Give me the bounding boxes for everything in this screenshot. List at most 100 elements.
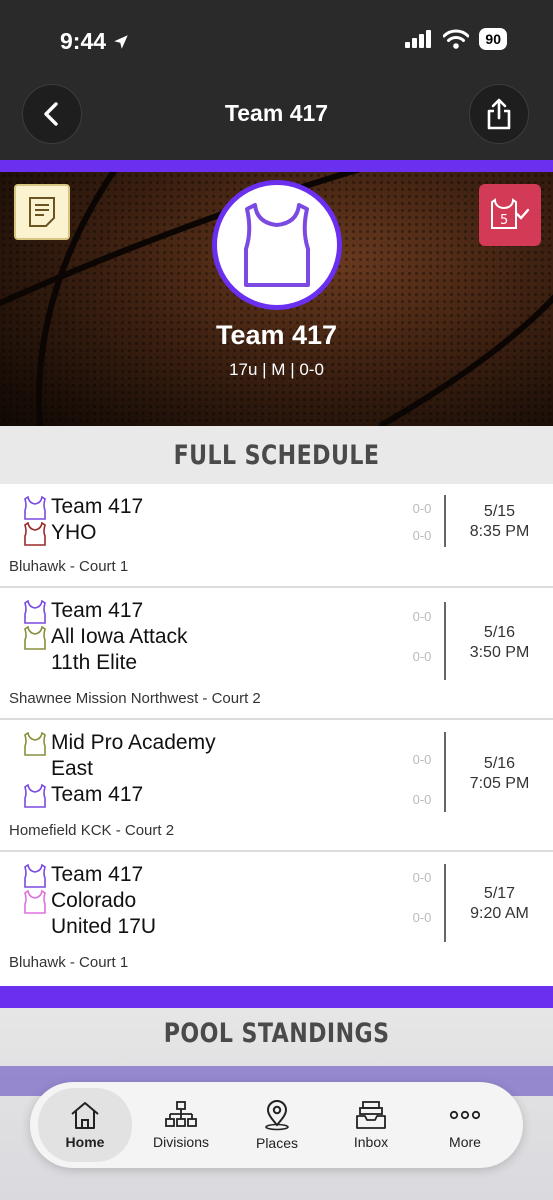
home-icon	[71, 1102, 99, 1129]
team-name-line: Mid Pro Academy	[51, 731, 216, 754]
game-time: 9:20 AM	[470, 905, 529, 922]
notes-button[interactable]	[14, 184, 70, 240]
game-datetime: 5/16 3:50 PM	[446, 623, 553, 663]
wifi-icon	[443, 29, 470, 49]
pool-standings-title: POOL STANDINGS	[163, 1017, 390, 1049]
score: 0-0	[412, 910, 432, 925]
team-details: 17u | M | 0-0	[229, 360, 324, 379]
tab-label: More	[449, 1134, 481, 1150]
game-time: 3:50 PM	[469, 644, 530, 661]
score: 0-0	[412, 792, 432, 807]
status-icons: 90	[405, 28, 507, 50]
team-name: Colorado United 17U	[51, 888, 156, 940]
score: 0-0	[412, 501, 432, 516]
team-name-line: East	[51, 757, 94, 780]
game-datetime: 5/15 8:35 PM	[446, 502, 553, 542]
game-teams: Mid Pro Academy East Team 417	[24, 730, 404, 808]
accent-bar-top	[0, 160, 553, 172]
team-name-line: 11th Elite	[51, 651, 137, 674]
team-hero: 5 Team 417 17u | M | 0-0	[0, 172, 553, 426]
tab-places[interactable]: Places	[230, 1088, 324, 1162]
notes-icon	[29, 197, 55, 227]
full-schedule-heading: FULL SCHEDULE	[0, 426, 553, 484]
game-date: 5/17	[483, 885, 516, 902]
team-name: YHO	[51, 521, 97, 544]
team-name-line: Colorado	[51, 889, 137, 912]
score: 0-0	[412, 752, 432, 767]
game-teams: Team 417 All Iowa Attack 11th Elite	[24, 598, 404, 676]
share-button[interactable]	[469, 84, 529, 144]
tab-label: Places	[255, 1135, 299, 1151]
full-schedule-title: FULL SCHEDULE	[173, 439, 380, 471]
game-location: Bluhawk - Court 1	[9, 954, 129, 971]
game-location: Shawnee Mission Northwest - Court 2	[9, 690, 261, 707]
team-jersey-icon	[24, 522, 46, 546]
tab-label: Divisions	[152, 1134, 209, 1150]
game-datetime: 5/16 7:05 PM	[446, 754, 553, 794]
game-card[interactable]: Mid Pro Academy East Team 417 0-0 0-0 5/1…	[0, 720, 553, 852]
score: 0-0	[412, 528, 432, 543]
team-row: Team 417	[24, 862, 404, 888]
tab-inbox[interactable]: Inbox	[324, 1088, 418, 1162]
team-row: All Iowa Attack 11th Elite	[24, 624, 404, 676]
team-name-line: United 17U	[51, 915, 157, 938]
divisions-icon	[165, 1101, 197, 1127]
status-time: 9:44	[60, 28, 130, 55]
team-name: Team 417	[215, 320, 338, 350]
team-jersey-icon	[24, 732, 46, 756]
signal-icon	[405, 30, 432, 48]
jersey-check-icon: 5	[491, 198, 530, 229]
score: 0-0	[412, 870, 432, 885]
team-jersey-icon	[24, 890, 46, 914]
team-name: Team 417	[51, 783, 144, 806]
game-date: 5/15	[483, 503, 516, 520]
team-row: Team 417	[24, 598, 404, 624]
team-row: Team 417	[24, 782, 404, 808]
team-row: Team 417	[24, 494, 404, 520]
tab-more[interactable]: More	[418, 1088, 512, 1162]
score: 0-0	[412, 609, 432, 624]
favorite-team-button[interactable]: 5	[479, 184, 541, 246]
team-row: Mid Pro Academy East	[24, 730, 404, 782]
more-icon	[449, 1110, 481, 1120]
game-time: 8:35 PM	[469, 523, 530, 540]
team-jersey-icon	[24, 784, 46, 808]
location-arrow-icon	[114, 34, 128, 49]
tab-label: Inbox	[353, 1134, 389, 1150]
game-teams: Team 417 Colorado United 17U	[24, 862, 404, 940]
game-card[interactable]: Team 417 Colorado United 17U 0-0 0-0 5/17…	[0, 852, 553, 984]
game-location: Bluhawk - Court 1	[9, 558, 129, 575]
jersey-icon	[244, 203, 310, 287]
tab-divisions[interactable]: Divisions	[134, 1088, 228, 1162]
tab-label: Home	[65, 1134, 105, 1150]
top-header: 9:44 90 Team 417	[0, 0, 553, 160]
svg-text:5: 5	[500, 213, 508, 228]
team-name-line: All Iowa Attack	[51, 625, 188, 648]
team-name: All Iowa Attack 11th Elite	[51, 624, 188, 676]
places-icon	[265, 1100, 289, 1131]
team-jersey-icon	[24, 496, 46, 520]
team-row: Colorado United 17U	[24, 888, 404, 940]
game-card[interactable]: Team 417 All Iowa Attack 11th Elite 0-0 0…	[0, 588, 553, 720]
team-logo	[212, 180, 342, 310]
team-name: Team 417	[51, 863, 144, 886]
share-icon	[487, 98, 511, 130]
game-time: 7:05 PM	[469, 775, 530, 792]
team-jersey-icon	[24, 864, 46, 888]
team-jersey-icon	[24, 600, 46, 624]
pool-standings-heading: POOL STANDINGS	[0, 1004, 553, 1062]
game-date: 5/16	[483, 624, 516, 641]
tab-home[interactable]: Home	[38, 1088, 132, 1162]
clock: 9:44	[60, 28, 107, 54]
team-name: Team 417	[51, 599, 144, 622]
team-name: Mid Pro Academy East	[51, 730, 216, 782]
game-card[interactable]: Team 417 YHO 0-0 0-0 5/15 8:35 PM Bluhaw…	[0, 484, 553, 588]
team-name: Team 417	[51, 495, 144, 518]
score: 0-0	[412, 649, 432, 664]
battery-indicator: 90	[479, 28, 507, 50]
inbox-icon	[356, 1101, 386, 1129]
game-datetime: 5/17 9:20 AM	[446, 884, 553, 924]
team-row: YHO	[24, 520, 404, 546]
game-date: 5/16	[483, 755, 516, 772]
schedule-list: Team 417 YHO 0-0 0-0 5/15 8:35 PM Bluhaw…	[0, 484, 553, 984]
